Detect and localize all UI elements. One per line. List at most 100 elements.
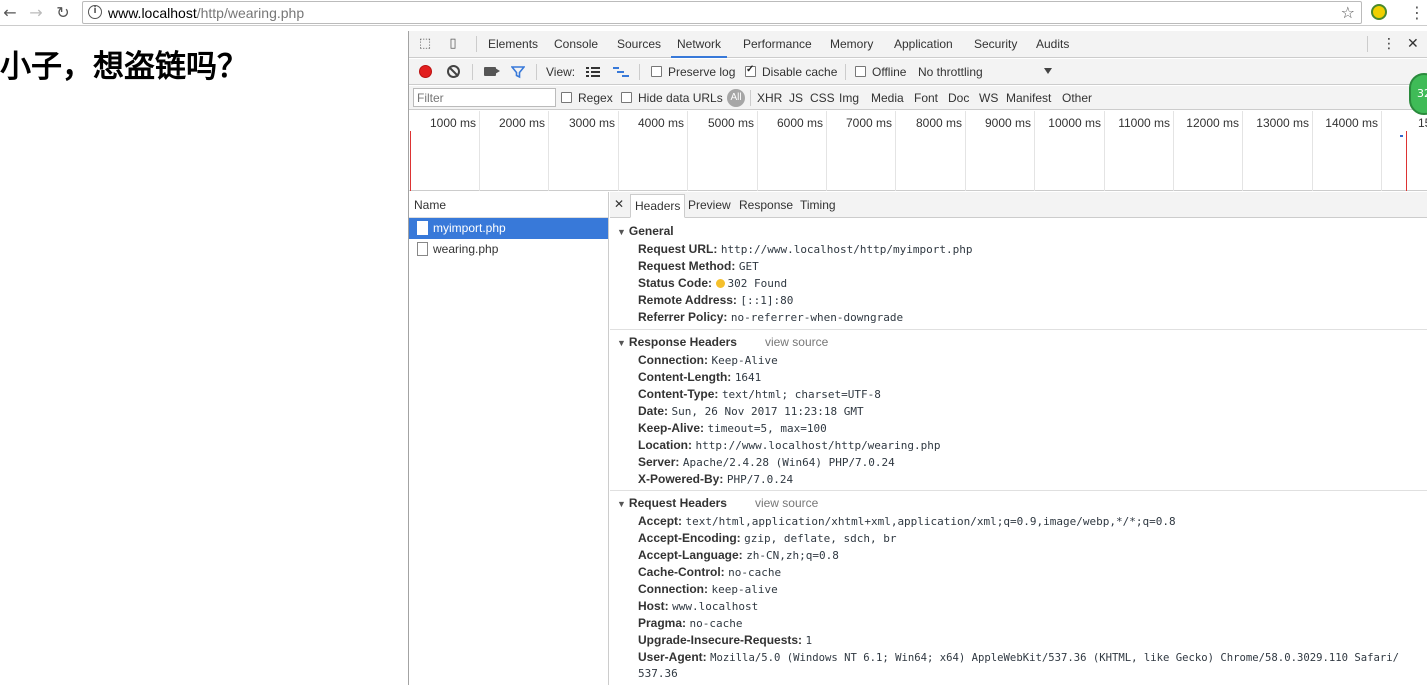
network-overview-timeline[interactable]: 1000 ms 2000 ms 3000 ms 4000 ms 5000 ms 6000 … bbox=[409, 111, 1427, 191]
tab-security[interactable]: Security bbox=[974, 31, 1017, 58]
request-row[interactable]: myimport.php bbox=[409, 218, 608, 239]
filter-xhr[interactable]: XHR bbox=[757, 90, 782, 106]
close-devtools-icon[interactable]: ✕ bbox=[1407, 36, 1419, 52]
header-row: Accept: text/html,application/xhtml+xml,… bbox=[638, 514, 1176, 528]
request-headers-section: ▼ Request Headers view source Accept: text… bbox=[610, 490, 1427, 685]
filter-js[interactable]: JS bbox=[789, 90, 803, 106]
hide-data-urls-checkbox[interactable] bbox=[621, 92, 632, 103]
filter-other[interactable]: Other bbox=[1062, 90, 1092, 106]
record-icon[interactable] bbox=[419, 65, 432, 78]
header-value: www.localhost bbox=[672, 600, 759, 613]
waterfall-overview-icon[interactable] bbox=[613, 66, 629, 78]
preserve-log-checkbox[interactable] bbox=[651, 66, 662, 77]
header-key: Connection: bbox=[638, 353, 708, 367]
offline-checkbox[interactable] bbox=[855, 66, 866, 77]
header-key: Location: bbox=[638, 438, 692, 452]
response-headers-title[interactable]: ▼ Response Headers view source bbox=[617, 335, 828, 349]
devtools-panel: ⬚ ▯ Elements Console Sources Network Per… bbox=[408, 31, 1427, 685]
throttling-select[interactable]: No throttling bbox=[918, 64, 983, 80]
header-key: Pragma: bbox=[638, 616, 687, 630]
separator bbox=[1367, 36, 1368, 52]
large-rows-icon[interactable] bbox=[586, 66, 600, 78]
header-row: Connection: keep-alive bbox=[638, 582, 778, 596]
bookmark-star-icon[interactable]: ☆ bbox=[1341, 3, 1355, 22]
timeline-tick-label: 4000 ms bbox=[637, 116, 684, 130]
tab-memory[interactable]: Memory bbox=[830, 31, 873, 58]
tab-sources[interactable]: Sources bbox=[617, 31, 661, 58]
header-value: zh-CN,zh;q=0.8 bbox=[746, 549, 839, 562]
page-viewport: 小子，想盗链吗？ bbox=[0, 27, 408, 685]
tab-network[interactable]: Network bbox=[671, 31, 728, 58]
tab-audits[interactable]: Audits bbox=[1036, 31, 1069, 58]
address-bar[interactable]: i www.localhost/http/wearing.php ☆ bbox=[82, 1, 1362, 24]
request-headers-title[interactable]: ▼ Request Headers view source bbox=[617, 496, 818, 510]
disable-cache-checkbox[interactable] bbox=[745, 64, 756, 77]
header-value: PHP/7.0.24 bbox=[726, 473, 794, 486]
filter-funnel-icon[interactable] bbox=[511, 65, 525, 79]
header-key: Content-Type: bbox=[638, 387, 719, 401]
screenshot-camera-icon[interactable] bbox=[484, 67, 500, 76]
name-column-header[interactable]: Name bbox=[409, 192, 608, 218]
general-section: ▼ General Request URL: http://www.localho… bbox=[610, 219, 1427, 329]
header-row: Cache-Control: no-cache bbox=[638, 565, 781, 579]
floating-badge[interactable]: 32 bbox=[1409, 73, 1427, 115]
filter-ws[interactable]: WS bbox=[979, 90, 998, 106]
header-key: Accept: bbox=[638, 514, 683, 528]
header-row: Content-Length: 1641 bbox=[638, 370, 761, 384]
close-icon[interactable]: ✕ bbox=[614, 197, 624, 211]
header-key: Remote Address: bbox=[638, 293, 737, 307]
tab-preview[interactable]: Preview bbox=[684, 194, 735, 218]
header-value: Sun, 26 Nov 2017 11:23:18 GMT bbox=[671, 405, 864, 418]
triangle-down-icon: ▼ bbox=[617, 338, 626, 348]
separator bbox=[750, 90, 751, 106]
general-section-title[interactable]: ▼ General bbox=[617, 224, 674, 238]
header-value: Apache/2.4.28 (Win64) PHP/7.0.24 bbox=[682, 456, 895, 469]
filter-img[interactable]: Img bbox=[839, 90, 859, 106]
extension-icon[interactable] bbox=[1371, 4, 1387, 20]
header-row: Upgrade-Insecure-Requests: 1 bbox=[638, 633, 812, 647]
timeline-gridline bbox=[1381, 111, 1382, 191]
timeline-tick-label: 2000 ms bbox=[498, 116, 545, 130]
section-title-text: Request Headers bbox=[628, 496, 727, 510]
status-dot-icon bbox=[715, 279, 725, 288]
response-headers-section: ▼ Response Headers view source Connection:… bbox=[610, 329, 1427, 490]
header-row: Request Method: GET bbox=[638, 259, 759, 273]
request-bar bbox=[1400, 135, 1403, 137]
url-text: www.localhost/http/wearing.php bbox=[108, 5, 304, 21]
filter-input[interactable] bbox=[413, 88, 556, 107]
forward-arrow-icon[interactable]: → bbox=[26, 3, 46, 23]
tab-response[interactable]: Response bbox=[735, 194, 797, 218]
filter-media[interactable]: Media bbox=[871, 90, 904, 106]
header-value: Mozilla/5.0 (Windows NT 6.1; Win64; x64)… bbox=[710, 652, 1399, 664]
clear-icon[interactable] bbox=[447, 65, 460, 78]
devtools-menu-icon[interactable]: ⋮ bbox=[1382, 36, 1396, 52]
regex-checkbox[interactable] bbox=[561, 92, 572, 103]
header-value: 302 Found bbox=[727, 277, 788, 290]
inspect-element-icon[interactable]: ⬚ bbox=[417, 36, 433, 52]
filter-all-button[interactable]: All bbox=[727, 89, 745, 107]
filter-css[interactable]: CSS bbox=[810, 90, 835, 106]
tab-timing[interactable]: Timing bbox=[796, 194, 840, 218]
tab-headers[interactable]: Headers bbox=[630, 194, 686, 218]
request-row[interactable]: wearing.php bbox=[409, 239, 608, 260]
device-toolbar-icon[interactable]: ▯ bbox=[445, 36, 461, 52]
header-key: X-Powered-By: bbox=[638, 472, 724, 486]
tab-elements[interactable]: Elements bbox=[488, 31, 538, 58]
filter-doc[interactable]: Doc bbox=[948, 90, 969, 106]
back-arrow-icon[interactable]: ← bbox=[0, 3, 20, 23]
offline-label: Offline bbox=[872, 65, 907, 79]
view-source-link[interactable]: view source bbox=[755, 496, 818, 510]
filter-font[interactable]: Font bbox=[914, 90, 938, 106]
info-icon[interactable]: i bbox=[88, 5, 102, 19]
filter-manifest[interactable]: Manifest bbox=[1006, 90, 1051, 106]
tab-application[interactable]: Application bbox=[894, 31, 953, 58]
tab-performance[interactable]: Performance bbox=[743, 31, 812, 58]
view-source-link[interactable]: view source bbox=[765, 335, 828, 349]
browser-menu-icon[interactable]: ⋮ bbox=[1409, 3, 1425, 22]
reload-icon[interactable]: ↻ bbox=[53, 3, 73, 23]
tab-console[interactable]: Console bbox=[554, 31, 598, 58]
header-key: Request URL: bbox=[638, 242, 718, 256]
chevron-down-icon[interactable] bbox=[1044, 68, 1052, 74]
filter-bar: Regex Hide data URLs All XHR JS CSS Img … bbox=[409, 86, 1427, 110]
header-key: Referrer Policy: bbox=[638, 310, 728, 324]
